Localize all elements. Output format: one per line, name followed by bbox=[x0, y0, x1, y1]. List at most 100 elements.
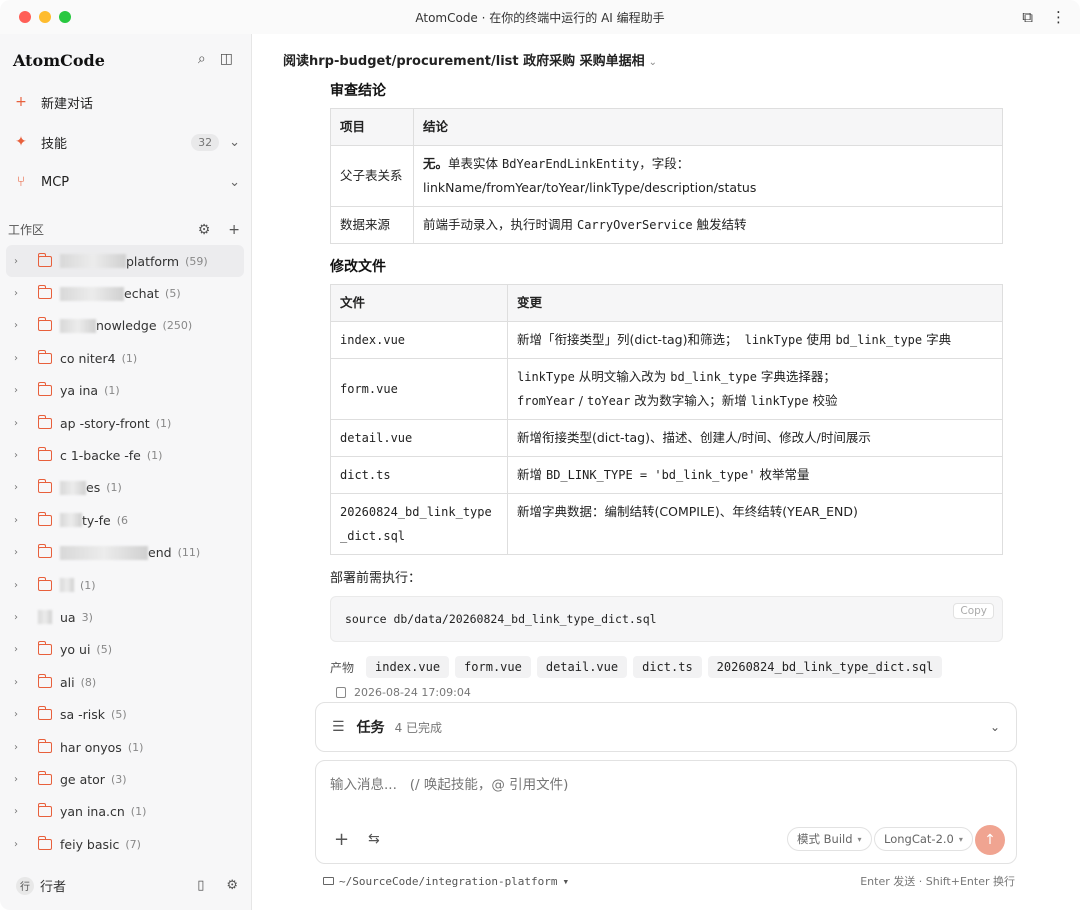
chevron-right-icon[interactable]: › bbox=[14, 742, 24, 753]
workspace-item[interactable]: › sa -risk (5) bbox=[6, 698, 244, 730]
brand-logo: AtomCode bbox=[13, 51, 105, 70]
folder-icon bbox=[37, 835, 52, 850]
maximize-window-button[interactable] bbox=[59, 11, 71, 23]
workspace-item[interactable]: › ge ator (3) bbox=[6, 763, 244, 795]
chevron-down-icon: ⌄ bbox=[229, 174, 240, 190]
table-header-row: 项目 结论 bbox=[330, 108, 1003, 146]
chevron-down-icon: ▾ bbox=[958, 834, 963, 844]
chevron-right-icon[interactable]: › bbox=[14, 612, 24, 623]
chevron-right-icon[interactable]: › bbox=[14, 288, 24, 299]
send-button[interactable]: ↑ bbox=[975, 825, 1005, 855]
keyboard-hint: Enter 发送 · Shift+Enter 换行 bbox=[860, 875, 1015, 888]
chevron-right-icon[interactable]: › bbox=[14, 256, 24, 267]
user-name: 行者 bbox=[40, 880, 67, 895]
folder-icon bbox=[37, 803, 52, 818]
workspace-item[interactable]: › co niter4 (1) bbox=[6, 342, 244, 374]
task-panel[interactable]: ☰ 任务 4 已完成 ⌄ bbox=[315, 702, 1017, 752]
workspace-item[interactable]: › echat (5) bbox=[6, 277, 244, 309]
workspace-item[interactable]: › har onyos (1) bbox=[6, 731, 244, 763]
skills-count-badge: 32 bbox=[191, 133, 220, 151]
workspace-item[interactable]: › es (1) bbox=[6, 472, 244, 504]
copy-button[interactable]: Copy bbox=[953, 603, 994, 619]
workspace-item[interactable]: › platform (59) bbox=[6, 245, 244, 278]
table-cell: 父子表关系 bbox=[330, 145, 414, 207]
table-row: dict.ts 新增 BD_LINK_TYPE = 'bd_link_type'… bbox=[330, 456, 1003, 494]
mobile-icon[interactable]: ▯ bbox=[197, 878, 204, 893]
folder-icon bbox=[37, 479, 52, 494]
chevron-right-icon[interactable]: › bbox=[14, 774, 24, 785]
chevron-right-icon[interactable]: › bbox=[14, 482, 24, 493]
table-cell: 数据来源 bbox=[330, 206, 414, 244]
sidebar-item-skills[interactable]: ✦ 技能 32 ⌄ bbox=[14, 128, 240, 156]
workspace-item[interactable]: › ap -story-front (1) bbox=[6, 407, 244, 439]
chevron-right-icon[interactable]: › bbox=[14, 580, 24, 591]
workspace-item[interactable]: › ali (8) bbox=[6, 666, 244, 698]
workspace-item[interactable]: › ua 3) bbox=[6, 601, 244, 633]
table-header: 结论 bbox=[413, 108, 1003, 146]
chevron-right-icon[interactable]: › bbox=[14, 547, 24, 558]
breadcrumb[interactable]: 阅读hrp-budget/procurement/list 政府采购 采购单据相… bbox=[283, 50, 657, 69]
folder-icon bbox=[37, 576, 52, 591]
sidebar-item-mcp[interactable]: ⑂ MCP ⌄ bbox=[14, 168, 240, 196]
workspace-item[interactable]: › yan ina.cn (1) bbox=[6, 796, 244, 828]
chevron-right-icon[interactable]: › bbox=[14, 353, 24, 364]
chevron-right-icon[interactable]: › bbox=[14, 709, 24, 720]
workspace-header: 工作区 ⚙ + bbox=[8, 221, 240, 238]
review-heading: 审查结论 bbox=[330, 83, 386, 99]
attach-icon[interactable]: + bbox=[334, 829, 349, 850]
chevron-down-icon[interactable]: ⌄ bbox=[990, 720, 1000, 734]
folder-icon bbox=[37, 447, 52, 462]
artifact-chip[interactable]: dict.ts bbox=[633, 656, 702, 678]
list-icon: ☰ bbox=[332, 719, 345, 735]
workspace-item[interactable]: › end (11) bbox=[6, 537, 244, 569]
timestamp: 2026-08-24 17:09:04 bbox=[354, 686, 471, 699]
artifact-chip[interactable]: 20260824_bd_link_type_dict.sql bbox=[707, 656, 943, 678]
gear-icon[interactable]: ⚙ bbox=[226, 878, 238, 893]
chevron-right-icon[interactable]: › bbox=[14, 385, 24, 396]
search-icon[interactable]: ⌕ bbox=[198, 51, 206, 67]
table-header-row: 文件 变更 bbox=[330, 284, 1003, 322]
workspace-item[interactable]: › ty-fe (6 bbox=[6, 504, 244, 536]
table-row: 20260824_bd_link_type_dict.sql 新增字典数据：编制… bbox=[330, 493, 1003, 555]
copy-icon[interactable] bbox=[336, 687, 346, 698]
workspace-item[interactable]: › feiy basic (7) bbox=[6, 828, 244, 860]
artifacts-row: 产物 index.vue form.vue detail.vue dict.ts… bbox=[330, 656, 1003, 678]
message-input[interactable] bbox=[330, 777, 930, 793]
extension-icon[interactable]: ⧉ bbox=[1022, 8, 1033, 26]
mode-select[interactable]: 模式 Build ▾ bbox=[787, 827, 872, 851]
workspace-item[interactable]: › ya ina (1) bbox=[6, 375, 244, 407]
chevron-right-icon[interactable]: › bbox=[14, 806, 24, 817]
message-meta: 2026-08-24 17:09:04 bbox=[336, 686, 1003, 699]
chevron-right-icon[interactable]: › bbox=[14, 320, 24, 331]
chevron-right-icon[interactable]: › bbox=[14, 515, 24, 526]
chevron-right-icon[interactable]: › bbox=[14, 644, 24, 655]
workspace-item[interactable]: › c 1-backe -fe (1) bbox=[6, 439, 244, 471]
workspace-item[interactable]: › (1) bbox=[6, 569, 244, 601]
avatar[interactable]: 行 bbox=[16, 876, 34, 895]
swap-icon[interactable]: ⇆ bbox=[368, 831, 380, 847]
workspace-item[interactable]: › yo ui (5) bbox=[6, 634, 244, 666]
chevron-down-icon: ▾ bbox=[562, 874, 570, 888]
sidebar-toggle-icon[interactable]: ◫ bbox=[220, 51, 233, 67]
folder-icon bbox=[37, 414, 52, 429]
chevron-right-icon[interactable]: › bbox=[14, 418, 24, 429]
task-title: 任务 bbox=[356, 720, 385, 736]
workspace-item[interactable]: › nowledge (250) bbox=[6, 310, 244, 342]
app-window: AtomCode · 在你的终端中运行的 AI 编程助手 ⧉ ⋮ AtomCod… bbox=[0, 0, 1080, 910]
chevron-right-icon[interactable]: › bbox=[14, 677, 24, 688]
minimize-window-button[interactable] bbox=[39, 11, 51, 23]
add-workspace-icon[interactable]: + bbox=[228, 222, 240, 238]
model-select[interactable]: LongCat-2.0 ▾ bbox=[874, 827, 973, 851]
chevron-right-icon[interactable]: › bbox=[14, 450, 24, 461]
deploy-note: 部署前需执行： bbox=[330, 571, 422, 586]
chevron-right-icon[interactable]: › bbox=[14, 839, 24, 850]
more-menu-icon[interactable]: ⋮ bbox=[1051, 8, 1066, 26]
project-path[interactable]: ~/SourceCode/integration-platform ▾ bbox=[323, 875, 569, 888]
artifact-chip[interactable]: detail.vue bbox=[536, 656, 628, 678]
filter-icon[interactable]: ⚙ bbox=[198, 222, 211, 238]
new-chat-button[interactable]: + 新建对话 bbox=[14, 88, 240, 116]
close-window-button[interactable] bbox=[19, 11, 31, 23]
artifact-chip[interactable]: index.vue bbox=[366, 656, 450, 678]
artifact-chip[interactable]: form.vue bbox=[455, 656, 531, 678]
table-row: 数据来源 前端手动录入，执行时调用 CarryOverService 触发结转 bbox=[330, 206, 1003, 244]
